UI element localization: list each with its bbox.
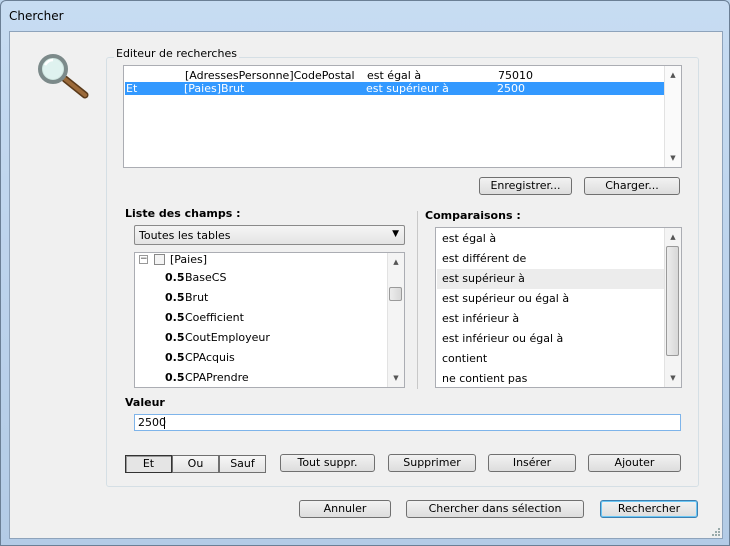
fields-scrollbar[interactable]: ▲ ▼ xyxy=(387,253,404,387)
scroll-down-icon[interactable]: ▼ xyxy=(388,371,404,385)
clear-all-button[interactable]: Tout suppr. xyxy=(280,454,375,472)
collapse-icon[interactable]: − xyxy=(139,255,148,264)
comparisons-list[interactable]: est égal à est différent de est supérieu… xyxy=(435,227,682,388)
field-name: Coefficient xyxy=(185,311,244,324)
criteria-row[interactable]: [AdressesPersonne]CodePostal est égal à … xyxy=(125,69,680,82)
criteria-row-selected[interactable]: Et [Paies]Brut est supérieur à 2500 xyxy=(125,82,664,95)
numeric-type-icon: 0.5 xyxy=(165,371,185,384)
table-select-value: Toutes les tables xyxy=(139,229,231,242)
criteria-list[interactable]: [AdressesPersonne]CodePostal est égal à … xyxy=(123,65,682,168)
comparison-item[interactable]: est inférieur à xyxy=(437,309,664,329)
scroll-down-icon[interactable]: ▼ xyxy=(665,371,681,385)
comparison-item[interactable]: est supérieur ou égal à xyxy=(437,289,664,309)
window-frame: Chercher Editeur de recherches [Adresses… xyxy=(0,0,730,546)
value-input-text: 2500 xyxy=(138,416,166,429)
scroll-down-icon[interactable]: ▼ xyxy=(665,151,681,165)
numeric-type-icon: 0.5 xyxy=(165,271,185,284)
load-button[interactable]: Charger... xyxy=(584,177,680,195)
comparison-item[interactable]: est égal à xyxy=(437,229,664,249)
divider xyxy=(417,211,418,389)
criteria-value: 75010 xyxy=(498,69,533,82)
chevron-down-icon: ▼ xyxy=(392,229,399,239)
and-toggle[interactable]: Et xyxy=(125,455,172,473)
resize-grip-icon[interactable] xyxy=(709,527,721,539)
table-select[interactable]: Toutes les tables ▼ xyxy=(134,225,405,245)
save-button[interactable]: Enregistrer... xyxy=(479,177,572,195)
comparison-item[interactable]: est différent de xyxy=(437,249,664,269)
numeric-type-icon: 0.5 xyxy=(165,351,185,364)
criteria-value: 2500 xyxy=(497,82,525,95)
comparison-item[interactable]: ne contient pas xyxy=(437,369,664,387)
text-caret xyxy=(164,417,165,429)
criteria-scrollbar[interactable]: ▲ ▼ xyxy=(664,66,681,167)
scroll-thumb[interactable] xyxy=(666,246,679,356)
except-toggle[interactable]: Sauf xyxy=(219,455,266,473)
table-icon xyxy=(154,254,165,265)
scroll-up-icon[interactable]: ▲ xyxy=(665,230,681,244)
comparisons-scrollbar[interactable]: ▲ ▼ xyxy=(664,228,681,387)
scroll-up-icon[interactable]: ▲ xyxy=(388,255,404,269)
search-button[interactable]: Rechercher xyxy=(600,500,698,518)
comparison-item[interactable]: est inférieur ou égal à xyxy=(437,329,664,349)
value-label: Valeur xyxy=(125,396,165,409)
magnifier-icon xyxy=(38,54,89,99)
delete-button[interactable]: Supprimer xyxy=(388,454,476,472)
or-toggle[interactable]: Ou xyxy=(172,455,219,473)
window-title: Chercher xyxy=(9,9,64,23)
field-name: CoutEmployeur xyxy=(185,331,270,344)
numeric-type-icon: 0.5 xyxy=(165,331,185,344)
table-name: [Paies] xyxy=(170,253,208,266)
criteria-operator: est égal à xyxy=(367,69,422,82)
cancel-button[interactable]: Annuler xyxy=(299,500,391,518)
field-name: BaseCS xyxy=(185,271,227,284)
fields-label: Liste des champs : xyxy=(125,207,241,220)
field-name: CPAPrendre xyxy=(185,371,249,384)
field-name: CPAcquis xyxy=(185,351,235,364)
scroll-up-icon[interactable]: ▲ xyxy=(665,68,681,82)
field-name: Brut xyxy=(185,291,209,304)
scroll-thumb[interactable] xyxy=(389,287,402,301)
numeric-type-icon: 0.5 xyxy=(165,291,185,304)
title-bar[interactable]: Chercher xyxy=(1,1,730,31)
comparisons-label: Comparaisons : xyxy=(425,209,521,222)
criteria-field: [AdressesPersonne]CodePostal xyxy=(185,69,355,82)
insert-button[interactable]: Insérer xyxy=(488,454,576,472)
value-input[interactable]: 2500 xyxy=(134,414,681,431)
fields-tree[interactable]: − [Paies] 0.5 BaseCS 0.5 Brut 0.5 Coeffi… xyxy=(134,252,405,388)
add-button[interactable]: Ajouter xyxy=(588,454,681,472)
numeric-type-icon: 0.5 xyxy=(165,311,185,324)
comparison-item-highlighted[interactable]: est supérieur à xyxy=(437,269,664,289)
criteria-field: [Paies]Brut xyxy=(184,82,245,95)
editor-legend: Editeur de recherches xyxy=(114,47,239,60)
criteria-connector: Et xyxy=(126,82,138,95)
search-selection-button[interactable]: Chercher dans sélection xyxy=(406,500,584,518)
criteria-operator: est supérieur à xyxy=(366,82,449,95)
comparison-item[interactable]: contient xyxy=(437,349,664,369)
